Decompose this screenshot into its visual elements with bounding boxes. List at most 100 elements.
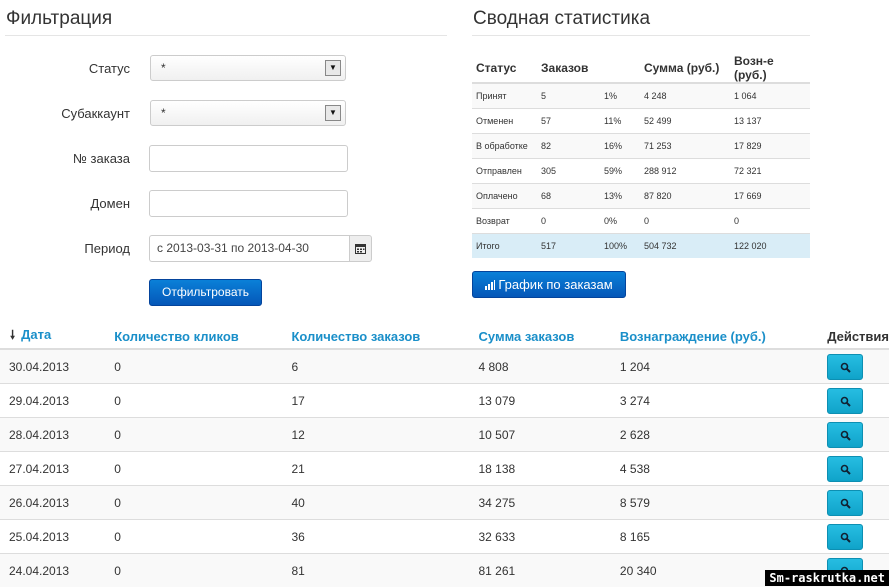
row-sum: 10 507 [479,418,620,452]
row-sum: 34 275 [479,486,620,520]
summary-total-row: Итого 517 100% 504 732 122 020 [472,234,810,259]
summary-orders: 82 [537,134,600,159]
row-clicks: 0 [114,520,291,554]
summary-row: Принят 5 1% 4 248 1 064 [472,83,810,109]
summary-sum: 504 732 [640,234,730,259]
table-row: 29.04.2013 0 17 13 079 3 274 [0,384,889,418]
status-label: Статус [20,61,130,76]
summary-status: В обработке [472,134,537,159]
row-orders: 17 [291,384,478,418]
sort-down-icon[interactable]: 🠗 [10,328,15,342]
domain-label: Домен [20,196,130,211]
row-date: 28.04.2013 [0,418,114,452]
chevron-down-icon[interactable]: ▼ [325,105,341,121]
summary-status: Возврат [472,209,537,234]
row-date: 29.04.2013 [0,384,114,418]
table-row: 28.04.2013 0 12 10 507 2 628 [0,418,889,452]
summary-header-row: Статус Заказов Сумма (руб.) Возн-е (руб.… [472,54,810,83]
summary-reward: 122 020 [730,234,810,259]
summary-header-status: Статус [472,54,537,83]
summary-table: Статус Заказов Сумма (руб.) Возн-е (руб.… [472,54,810,258]
row-date: 24.04.2013 [0,554,114,587]
summary-status: Оплачено [472,184,537,209]
search-icon [840,430,851,441]
row-orders: 81 [291,554,478,587]
summary-row: Возврат 0 0% 0 0 [472,209,810,234]
summary-reward: 17 829 [730,134,810,159]
period-label: Период [20,241,130,256]
table-row: 26.04.2013 0 40 34 275 8 579 [0,486,889,520]
row-clicks: 0 [114,452,291,486]
row-clicks: 0 [114,349,291,384]
row-date: 30.04.2013 [0,349,114,384]
subaccount-label: Субаккаунт [20,106,130,121]
orders-chart-button[interactable]: График по заказам [472,271,626,298]
summary-reward: 17 669 [730,184,810,209]
summary-title: Сводная статистика [473,8,650,30]
view-button[interactable] [827,524,863,550]
sort-link-reward[interactable]: Вознаграждение (руб.) [620,329,766,344]
row-clicks: 0 [114,418,291,452]
subaccount-select[interactable]: * ▼ [150,100,346,126]
chevron-down-icon[interactable]: ▼ [325,60,341,76]
stats-table: 🠗 Дата Количество кликов Количество заказ… [0,324,889,587]
sort-link-clicks[interactable]: Количество кликов [114,329,239,344]
table-row: 27.04.2013 0 21 18 138 4 538 [0,452,889,486]
table-row: 30.04.2013 0 6 4 808 1 204 [0,349,889,384]
summary-orders: 57 [537,109,600,134]
filter-divider [5,35,447,36]
summary-sum: 52 499 [640,109,730,134]
row-reward: 4 538 [620,452,827,486]
summary-status: Итого [472,234,537,259]
summary-reward: 13 137 [730,109,810,134]
view-button[interactable] [827,456,863,482]
column-header-sum[interactable]: Сумма заказов [479,324,620,349]
summary-sum: 87 820 [640,184,730,209]
view-button[interactable] [827,354,863,380]
summary-percent: 1% [600,83,640,109]
summary-header-orders: Заказов [537,54,600,83]
row-sum: 81 261 [479,554,620,587]
row-date: 26.04.2013 [0,486,114,520]
domain-input[interactable] [149,190,348,217]
sort-link-sum[interactable]: Сумма заказов [479,329,575,344]
calendar-button[interactable] [349,235,372,262]
search-icon [840,498,851,509]
view-button[interactable] [827,490,863,516]
summary-row: Отправлен 305 59% 288 912 72 321 [472,159,810,184]
row-reward: 8 165 [620,520,827,554]
sort-link-date[interactable]: Дата [21,327,51,342]
row-sum: 4 808 [479,349,620,384]
view-button[interactable] [827,422,863,448]
row-date: 25.04.2013 [0,520,114,554]
summary-percent: 0% [600,209,640,234]
column-header-orders[interactable]: Количество заказов [291,324,478,349]
row-orders: 36 [291,520,478,554]
summary-status: Отправлен [472,159,537,184]
calendar-icon [355,243,366,254]
row-actions [827,486,889,520]
column-header-clicks[interactable]: Количество кликов [114,324,291,349]
view-button[interactable] [827,388,863,414]
column-header-actions: Действия [827,324,889,349]
watermark: Sm-raskrutka.net [765,570,889,586]
row-actions [827,418,889,452]
period-input[interactable]: с 2013-03-31 по 2013-04-30 [149,235,349,262]
row-actions [827,349,889,384]
table-row: 24.04.2013 0 81 81 261 20 340 [0,554,889,587]
summary-row: В обработке 82 16% 71 253 17 829 [472,134,810,159]
column-header-reward[interactable]: Вознаграждение (руб.) [620,324,827,349]
sort-link-orders[interactable]: Количество заказов [291,329,420,344]
summary-status: Отменен [472,109,537,134]
summary-row: Отменен 57 11% 52 499 13 137 [472,109,810,134]
column-header-date[interactable]: 🠗 Дата [0,324,114,349]
summary-sum: 0 [640,209,730,234]
row-clicks: 0 [114,384,291,418]
summary-header-percent [600,54,640,83]
order-number-input[interactable] [149,145,348,172]
summary-header-sum: Сумма (руб.) [640,54,730,83]
status-select[interactable]: * ▼ [150,55,346,81]
summary-reward: 72 321 [730,159,810,184]
summary-percent: 11% [600,109,640,134]
filter-submit-button[interactable]: Отфильтровать [149,279,262,306]
